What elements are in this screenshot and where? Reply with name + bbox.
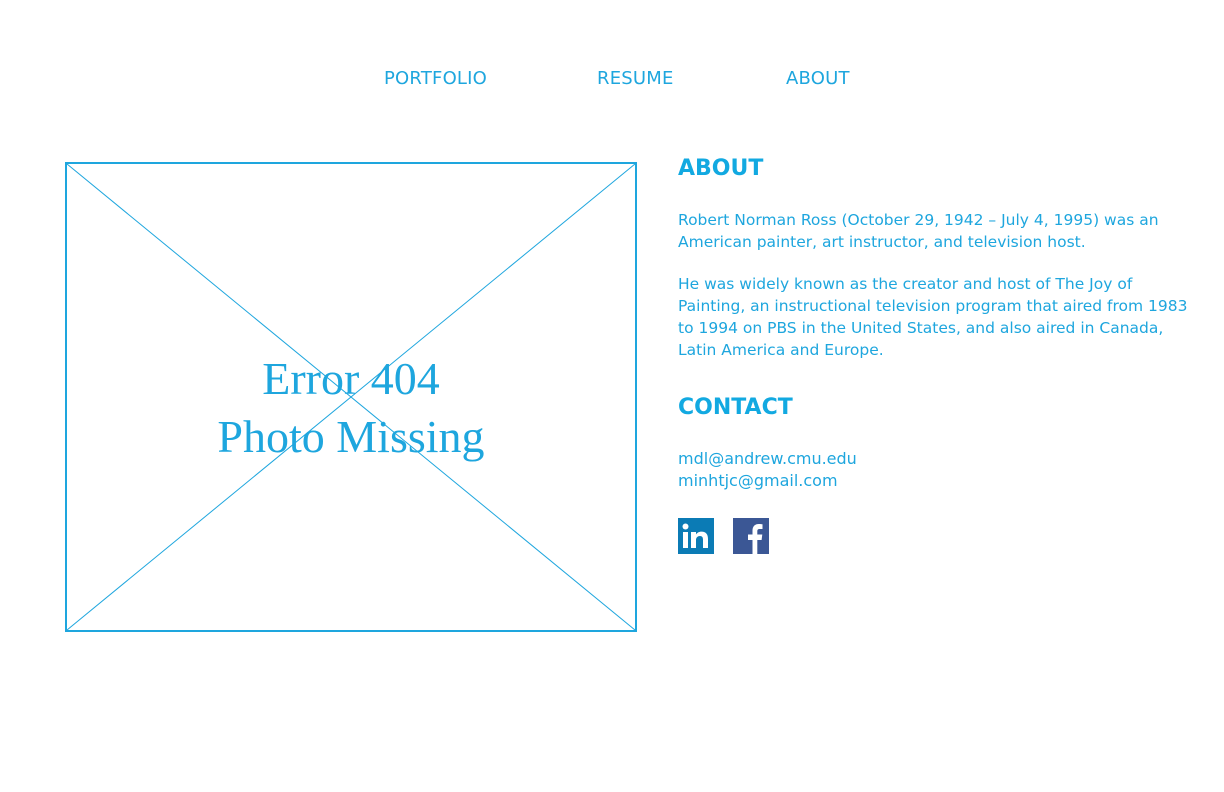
- email-link-andrew[interactable]: mdl@andrew.cmu.edu: [678, 448, 1190, 470]
- nav-link-about[interactable]: ABOUT: [786, 68, 850, 89]
- nav-link-portfolio[interactable]: PORTFOLIO: [384, 68, 487, 89]
- email-link-gmail[interactable]: minhtjc@gmail.com: [678, 470, 1190, 492]
- nav-link-resume[interactable]: RESUME: [597, 68, 674, 89]
- contact-heading: CONTACT: [678, 395, 793, 421]
- info-panel: ABOUT Robert Norman Ross (October 29, 19…: [678, 152, 1190, 555]
- photo-missing-caption: Error 404 Photo Missing: [67, 350, 635, 466]
- about-paragraph-1: Robert Norman Ross (October 29, 1942 – J…: [678, 211, 1159, 251]
- top-navigation: PORTFOLIO RESUME ABOUT: [0, 68, 1224, 96]
- photo-placeholder: Error 404 Photo Missing: [65, 162, 637, 632]
- linkedin-icon[interactable]: [678, 518, 714, 555]
- contact-list: mdl@andrew.cmu.edu minhtjc@gmail.com: [678, 448, 1190, 492]
- social-links: [678, 518, 1190, 555]
- about-heading: ABOUT: [678, 156, 764, 181]
- about-paragraph-2: He was widely known as the creator and h…: [678, 275, 1188, 359]
- facebook-icon[interactable]: [733, 518, 769, 555]
- error-code-text: Error 404: [262, 353, 440, 404]
- photo-missing-text: Photo Missing: [217, 411, 485, 462]
